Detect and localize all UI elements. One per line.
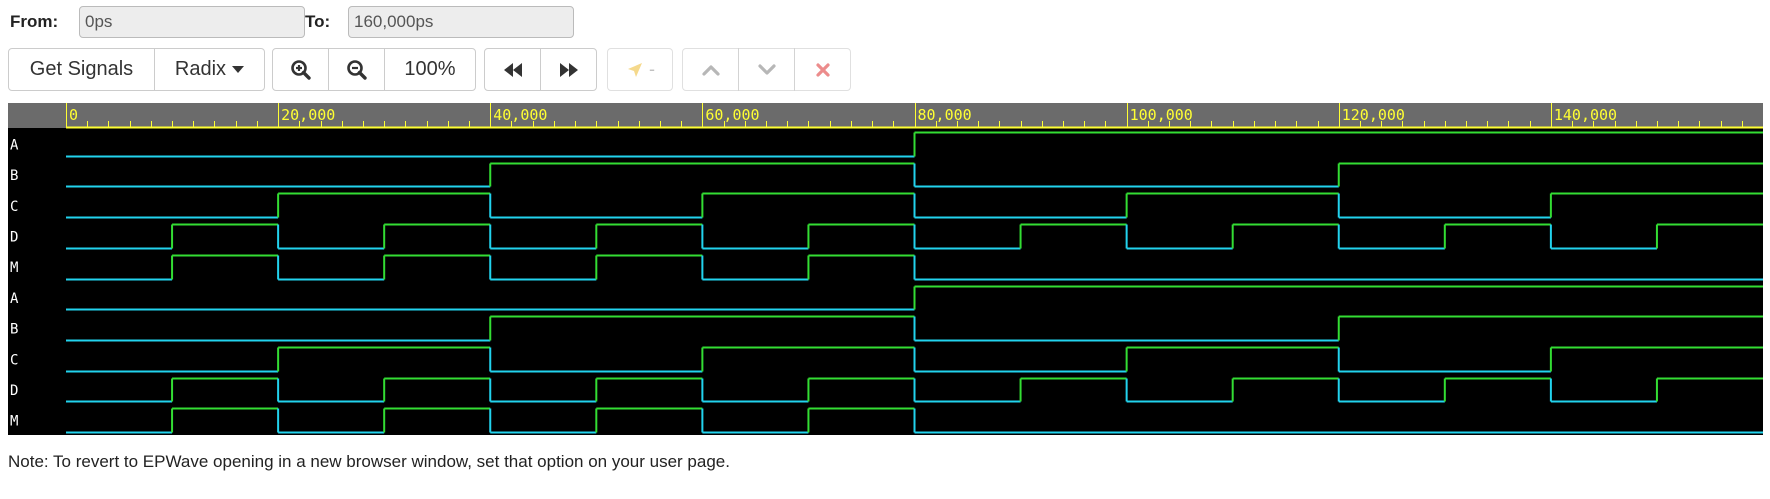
from-label: From: <box>10 12 59 31</box>
signal-name[interactable]: A <box>10 291 19 307</box>
zoom-in-button[interactable] <box>272 48 329 91</box>
signal-name[interactable]: M <box>10 260 18 276</box>
ruler-tick-label: 80,000 <box>918 106 972 124</box>
chevron-up-icon <box>701 64 720 76</box>
signal-name[interactable]: C <box>10 352 18 368</box>
zoom-out-icon <box>346 59 367 80</box>
move-down-button[interactable] <box>738 48 795 91</box>
close-icon <box>815 62 830 77</box>
signal-name[interactable]: A <box>10 137 19 153</box>
ruler-tick-label: 20,000 <box>281 106 335 124</box>
cursor-value: - <box>649 59 655 79</box>
move-up-button[interactable] <box>682 48 739 91</box>
zoom-group: 100% <box>272 48 476 91</box>
jump-forward-button[interactable] <box>540 48 597 91</box>
jump-back-button[interactable] <box>484 48 541 91</box>
waveform-viewer[interactable]: 0 20,000 40,000 60,000 80,000 100,000 120,000 1… <box>8 103 1763 435</box>
cursor-button[interactable]: - <box>607 48 673 91</box>
fast-forward-icon <box>559 62 578 77</box>
radix-label: Radix <box>174 58 227 80</box>
from-time-input[interactable] <box>79 6 305 38</box>
ruler-tick-label: 0 <box>69 106 78 124</box>
ruler-background <box>8 103 1763 128</box>
signals-group: Get Signals Radix <box>8 48 265 91</box>
ruler-tick-label: 120,000 <box>1342 106 1405 124</box>
signal-name[interactable]: C <box>10 199 18 215</box>
time-ruler: 0 20,000 40,000 60,000 80,000 100,000 120,000 1… <box>8 103 1763 129</box>
cursor-group: - <box>607 48 673 91</box>
zoom-in-icon <box>290 59 311 80</box>
signal-name[interactable]: D <box>10 229 18 245</box>
zoom-level-button[interactable]: 100% <box>384 48 476 91</box>
ruler-tick-label: 40,000 <box>493 106 547 124</box>
location-arrow-icon <box>628 62 642 77</box>
to-time-input[interactable] <box>348 6 574 38</box>
caret-down-icon <box>232 66 245 73</box>
ruler-tick-label: 100,000 <box>1130 106 1193 124</box>
chevron-down-icon <box>757 63 776 75</box>
signal-name[interactable]: M <box>10 414 18 430</box>
time-range-bar: From: To: <box>0 0 1770 45</box>
fast-backward-icon <box>503 62 522 77</box>
remove-signal-button[interactable] <box>794 48 851 91</box>
signal-name[interactable]: B <box>10 322 18 338</box>
toolbar: Get Signals Radix 100% - <box>0 48 1770 92</box>
signal-edit-group <box>682 48 851 91</box>
note-text: Note: To revert to EPWave opening in a n… <box>8 452 730 471</box>
jump-group <box>484 48 597 91</box>
ruler-tick-label: 60,000 <box>705 106 759 124</box>
to-label: To: <box>305 12 331 31</box>
signal-name[interactable]: D <box>10 383 18 399</box>
ruler-tick-label: 140,000 <box>1554 106 1617 124</box>
radix-dropdown-button[interactable]: Radix <box>154 48 265 91</box>
get-signals-button[interactable]: Get Signals <box>8 48 155 91</box>
signal-name[interactable]: B <box>10 168 18 184</box>
waveform-background <box>8 103 1763 435</box>
zoom-out-button[interactable] <box>328 48 385 91</box>
